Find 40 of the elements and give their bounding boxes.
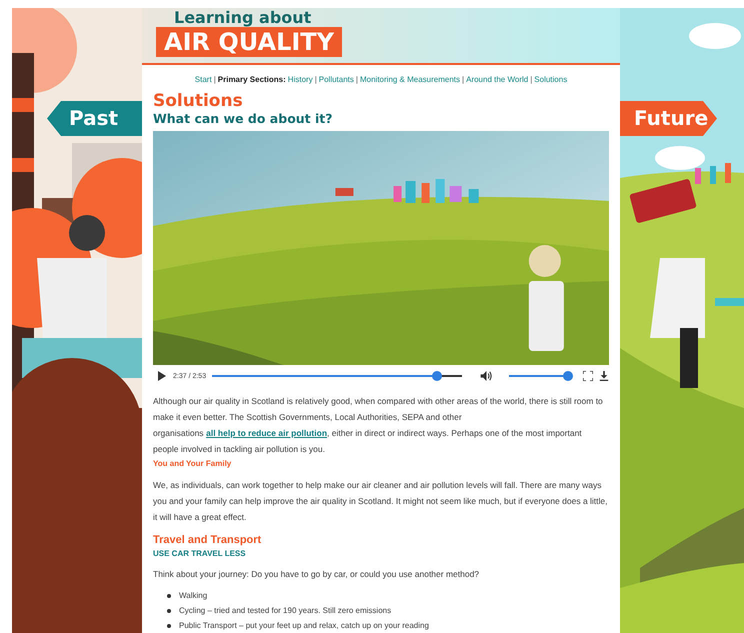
paragraph: Although our air quality in Scotland is relatively good, when compared with other areas of the world, there is still room to make it even better. The Scottish Governments, Local Authorities, SEPA and other organisations all help to reduce air pollution, either in direct or indirect ways. Perhaps one of the most important people involved in tackling air pollution is you. bbox=[153, 395, 604, 456]
text-link[interactable]: all help to reduce air pollution bbox=[206, 428, 328, 438]
volume-icon[interactable] bbox=[480, 371, 494, 381]
nav-link[interactable]: Pollutants bbox=[318, 75, 354, 84]
list-item: Cycling – tried and tested for 190 years. Still zero emissions bbox=[179, 605, 392, 617]
nav-link[interactable]: Monitoring & Measurements bbox=[360, 75, 460, 84]
volume-slider[interactable] bbox=[509, 371, 572, 381]
download-icon[interactable] bbox=[599, 371, 610, 381]
logo[interactable]: Learning about AIR QUALITY bbox=[156, 9, 342, 57]
list-item: Walking bbox=[179, 590, 208, 602]
topic-heading: USE CAR TRAVEL LESS bbox=[153, 548, 247, 560]
nav-link[interactable]: Around the World bbox=[466, 75, 528, 84]
future-sign[interactable]: Future bbox=[620, 101, 717, 136]
paragraph: Think about your journey: Do you have to go by car, or could you use another method? bbox=[153, 568, 480, 581]
page-subtitle: What can we do about it? bbox=[153, 111, 334, 127]
past-sign[interactable]: Past bbox=[47, 101, 142, 136]
nav-label: Primary Sections: bbox=[218, 75, 286, 84]
play-icon[interactable] bbox=[157, 371, 167, 381]
nav-separator: | bbox=[214, 75, 216, 84]
section-subheading: You and Your Family bbox=[153, 458, 232, 470]
nav-separator: | bbox=[462, 75, 464, 84]
nav-link[interactable]: Start bbox=[194, 75, 212, 84]
nav-link[interactable]: History bbox=[288, 75, 313, 84]
bullet-icon bbox=[167, 624, 171, 628]
paragraph: We, as individuals, can work together to help make our air cleaner and air pollution levels will fall. There are many ways you and your family can help improve the air quality in Scotland. It might not seem like much, but if everyone does a little, it will have a great effect. bbox=[153, 479, 609, 524]
progress-slider[interactable] bbox=[212, 371, 462, 381]
bullet-icon bbox=[167, 594, 171, 598]
slider-thumb[interactable] bbox=[432, 371, 442, 381]
nav-separator: | bbox=[314, 75, 317, 84]
fullscreen-icon[interactable] bbox=[583, 371, 594, 381]
section-heading: Travel and Transport bbox=[153, 533, 262, 547]
nav-separator: | bbox=[530, 75, 532, 84]
page-title: Solutions bbox=[153, 92, 244, 111]
bullet-icon bbox=[167, 608, 171, 612]
list-item: Public Transport – put your feet up and relax, catch up on your reading bbox=[179, 620, 429, 632]
slider-thumb[interactable] bbox=[562, 371, 573, 381]
logo-title: Learning about bbox=[174, 9, 312, 27]
nav-link[interactable]: Solutions bbox=[534, 75, 568, 84]
nav-separator: | bbox=[356, 75, 358, 84]
logo-badge: AIR QUALITY bbox=[156, 27, 342, 57]
